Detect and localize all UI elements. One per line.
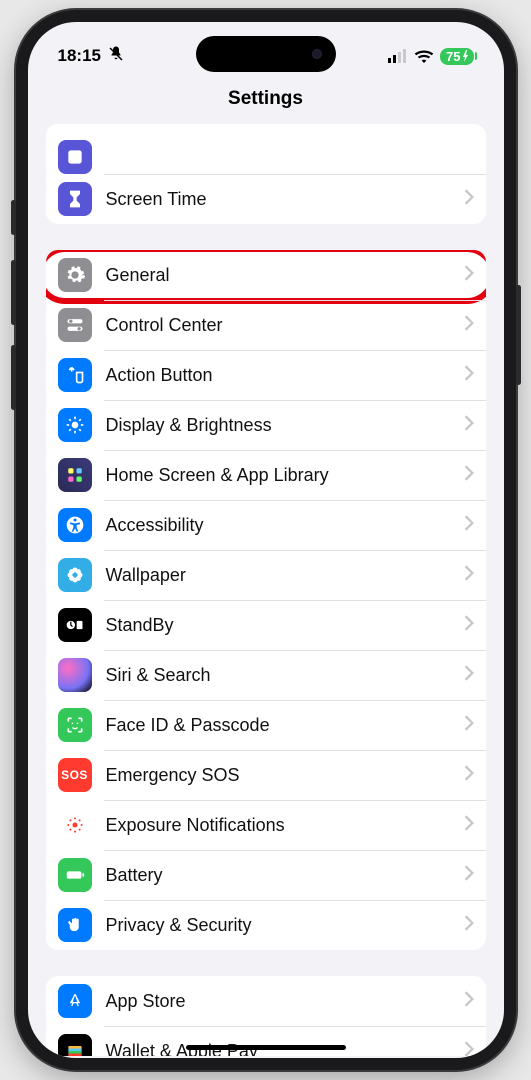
page-title: Settings [28, 78, 504, 124]
settings-row-wallet-apple-pay[interactable]: Wallet & Apple Pay [46, 1026, 486, 1056]
battery-icon [58, 858, 92, 892]
row-label: App Store [106, 991, 464, 1012]
settings-row-privacy-security[interactable]: Privacy & Security [46, 900, 486, 950]
row-label: Battery [106, 865, 464, 886]
chevron-right-icon [464, 991, 474, 1012]
settings-row-emergency-sos[interactable]: SOS Emergency SOS [46, 750, 486, 800]
chevron-right-icon [464, 765, 474, 786]
chevron-right-icon [464, 565, 474, 586]
row-label: Control Center [106, 315, 464, 336]
accessibility-icon [58, 508, 92, 542]
settings-group: General Control Center Action Button Displa… [46, 250, 486, 950]
chevron-right-icon [464, 189, 474, 210]
settings-row-app-store[interactable]: App Store [46, 976, 486, 1026]
mute-switch [11, 200, 16, 235]
gear-icon [58, 258, 92, 292]
chevron-right-icon [464, 615, 474, 636]
appstore-icon [58, 984, 92, 1018]
switches-icon [58, 308, 92, 342]
row-label: Privacy & Security [106, 915, 464, 936]
chevron-right-icon [464, 265, 474, 286]
row-label: Home Screen & App Library [106, 465, 464, 486]
faceid-icon [58, 708, 92, 742]
settings-row-general[interactable]: General [46, 250, 486, 300]
settings-row-wallpaper[interactable]: Wallpaper [46, 550, 486, 600]
row-label: Siri & Search [106, 665, 464, 686]
vol-down [11, 345, 16, 410]
battery-percent: 75 [446, 49, 460, 64]
row-label: Action Button [106, 365, 464, 386]
exposure-icon [58, 808, 92, 842]
settings-row-accessibility[interactable]: Accessibility [46, 500, 486, 550]
home-indicator[interactable] [186, 1045, 346, 1050]
settings-row-siri-search[interactable]: Siri & Search [46, 650, 486, 700]
chevron-right-icon [464, 815, 474, 836]
chevron-right-icon [464, 665, 474, 686]
action-icon [58, 358, 92, 392]
settings-list[interactable]: Screen Time General Control Center Action B… [28, 124, 504, 1056]
chevron-right-icon [464, 915, 474, 936]
flower-icon [58, 558, 92, 592]
apps-grid-icon [58, 458, 92, 492]
dynamic-island [196, 36, 336, 72]
settings-row-face-id-passcode[interactable]: Face ID & Passcode [46, 700, 486, 750]
settings-row-control-center[interactable]: Control Center [46, 300, 486, 350]
row-label: General [106, 265, 464, 286]
focus-icon [58, 140, 92, 174]
chevron-right-icon [464, 1041, 474, 1057]
screen: 18:15 75 Settings Screen TimeGeneralCo [28, 22, 504, 1058]
chevron-right-icon [464, 415, 474, 436]
row-label: Display & Brightness [106, 415, 464, 436]
row-label: Exposure Notifications [106, 815, 464, 836]
battery-indicator: 75 [440, 48, 473, 65]
status-time: 18:15 [58, 46, 101, 66]
hand-icon [58, 908, 92, 942]
settings-group: App Store Wallet & Apple Pay [46, 976, 486, 1056]
settings-row-standby[interactable]: StandBy [46, 600, 486, 650]
row-label: Accessibility [106, 515, 464, 536]
settings-group: Screen Time [46, 124, 486, 224]
row-label: Wallpaper [106, 565, 464, 586]
sos-icon: SOS [58, 758, 92, 792]
row-label: Emergency SOS [106, 765, 464, 786]
vol-up [11, 260, 16, 325]
sun-icon [58, 408, 92, 442]
settings-row-home-screen-app-library[interactable]: Home Screen & App Library [46, 450, 486, 500]
row-label: Face ID & Passcode [106, 715, 464, 736]
wifi-icon [414, 49, 434, 63]
chevron-right-icon [464, 315, 474, 336]
settings-row-screen-time[interactable]: Screen Time [46, 174, 486, 224]
hourglass-icon [58, 182, 92, 216]
chevron-right-icon [464, 465, 474, 486]
chevron-right-icon [464, 515, 474, 536]
settings-row-action-button[interactable]: Action Button [46, 350, 486, 400]
chevron-right-icon [464, 715, 474, 736]
settings-row-battery[interactable]: Battery [46, 850, 486, 900]
cellular-icon [388, 49, 408, 63]
chevron-right-icon [464, 365, 474, 386]
silent-icon [107, 45, 125, 68]
chevron-right-icon [464, 865, 474, 886]
standby-icon [58, 608, 92, 642]
list-item-peek [46, 124, 486, 174]
settings-row-display-brightness[interactable]: Display & Brightness [46, 400, 486, 450]
settings-row-exposure-notifications[interactable]: Exposure Notifications [46, 800, 486, 850]
side-button [516, 285, 521, 385]
phone-frame: 18:15 75 Settings Screen TimeGeneralCo [16, 10, 516, 1070]
row-label: Screen Time [106, 189, 464, 210]
wallet-icon [58, 1034, 92, 1056]
siri-icon [58, 658, 92, 692]
row-label: StandBy [106, 615, 464, 636]
